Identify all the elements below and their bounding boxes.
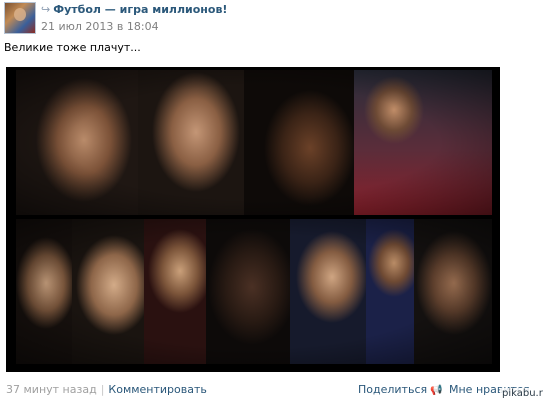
share-button[interactable]: Поделиться 📢 bbox=[358, 383, 443, 396]
photo-face bbox=[138, 70, 254, 215]
group-avatar[interactable] bbox=[4, 2, 36, 34]
photo-collage-bottom bbox=[16, 219, 492, 364]
post-photo[interactable] bbox=[6, 67, 500, 372]
photo-face bbox=[206, 219, 298, 364]
photo-face bbox=[144, 219, 214, 364]
photo-face bbox=[244, 70, 366, 215]
photo-face bbox=[72, 219, 152, 364]
megaphone-icon: 📢 bbox=[430, 385, 443, 396]
comment-link[interactable]: Комментировать bbox=[108, 383, 206, 396]
post-footer-meta: 37 минут назад | Комментировать bbox=[6, 383, 207, 396]
photo-face bbox=[16, 219, 78, 364]
group-name-link[interactable]: Футбол — игра миллионов! bbox=[53, 3, 227, 16]
footer-separator: | bbox=[100, 383, 105, 396]
photo-face bbox=[16, 70, 146, 215]
post-header: ↪ Футбол — игра миллионов! bbox=[41, 3, 227, 16]
post-time-ago[interactable]: 37 минут назад bbox=[6, 383, 97, 396]
watermark: pikabu.ru bbox=[500, 388, 543, 399]
photo-face bbox=[290, 219, 374, 364]
repost-icon: ↪ bbox=[41, 3, 51, 16]
share-label: Поделиться bbox=[358, 383, 428, 396]
photo-collage-top bbox=[16, 70, 492, 215]
post-text: Великие тоже плачут... bbox=[4, 41, 141, 54]
photo-face bbox=[354, 70, 492, 215]
post-date[interactable]: 21 июл 2013 в 18:04 bbox=[41, 20, 159, 33]
photo-face bbox=[414, 219, 492, 364]
